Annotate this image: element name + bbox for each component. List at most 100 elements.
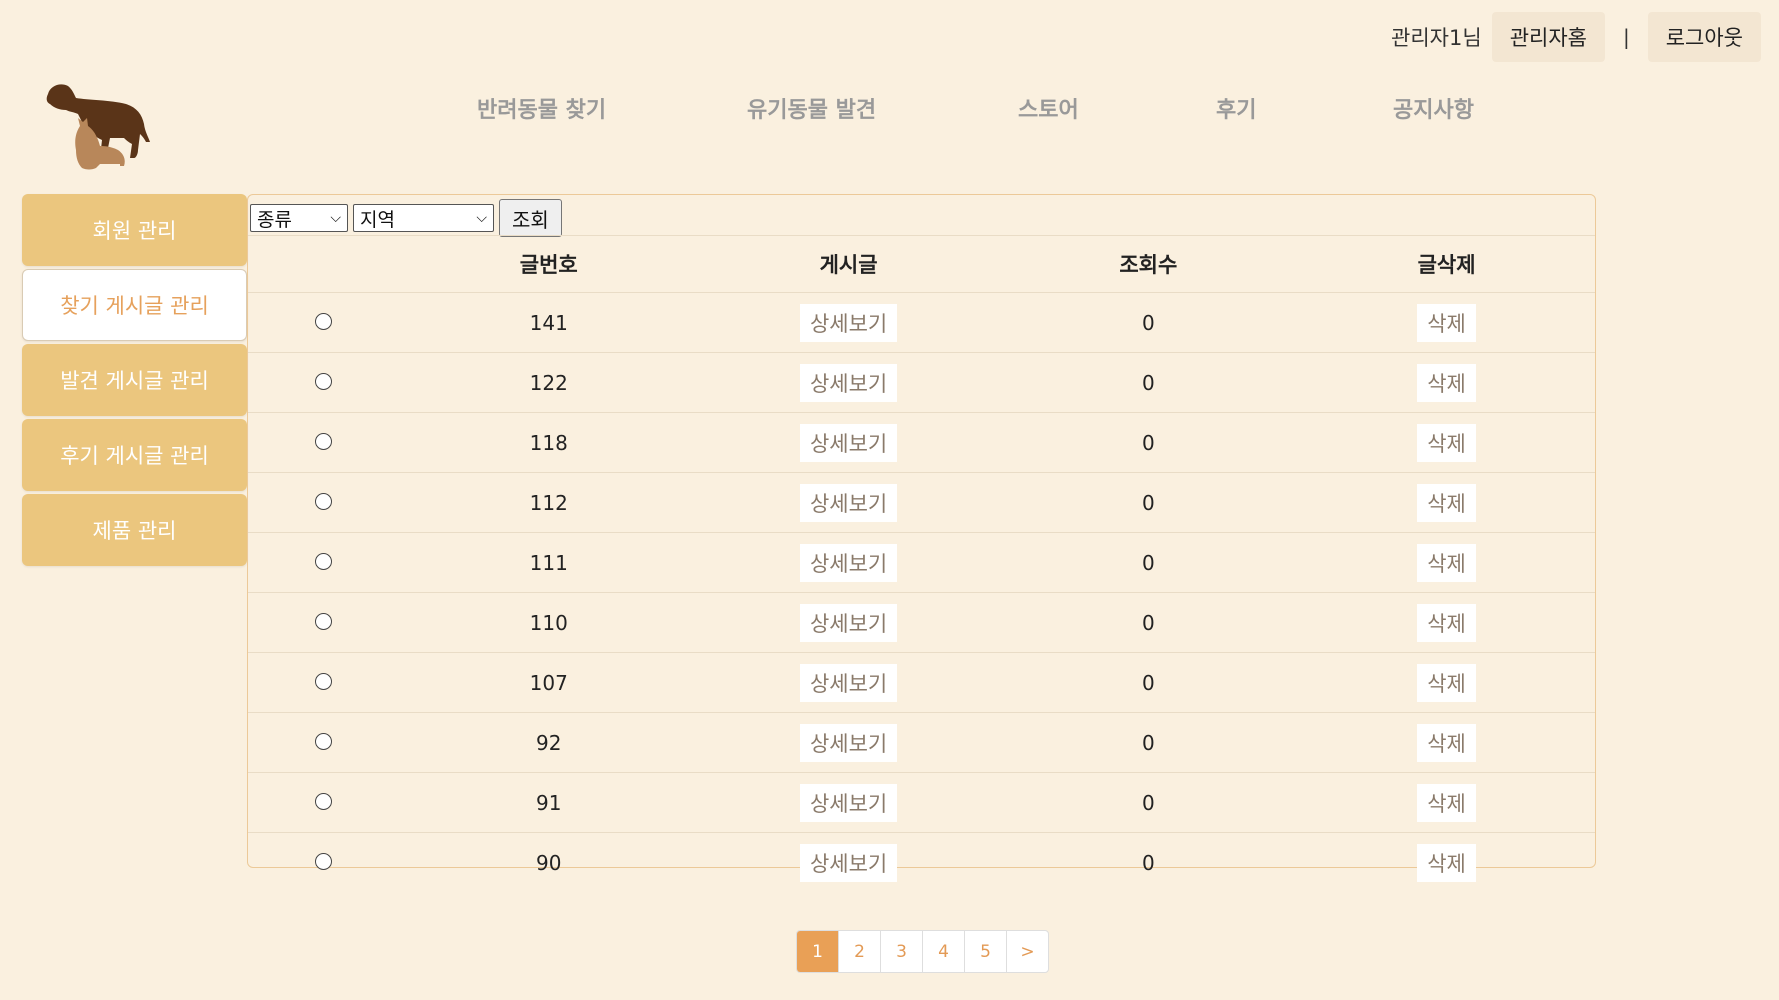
- post-number: 111: [398, 532, 699, 593]
- row-radio[interactable]: [314, 492, 332, 510]
- delete-button[interactable]: 삭제: [1417, 303, 1476, 342]
- row-radio[interactable]: [314, 312, 332, 330]
- table-header-row: 글번호 게시글 조회수 글삭제: [248, 235, 1595, 293]
- delete-cell: 삭제: [1298, 412, 1595, 473]
- row-select-cell: [248, 772, 399, 833]
- detail-button[interactable]: 상세보기: [799, 663, 898, 702]
- delete-button[interactable]: 삭제: [1417, 543, 1476, 582]
- delete-button[interactable]: 삭제: [1417, 723, 1476, 762]
- admin-home-button[interactable]: 관리자홈: [1491, 12, 1605, 62]
- delete-cell: 삭제: [1298, 532, 1595, 593]
- detail-button[interactable]: 상세보기: [799, 423, 898, 462]
- header-delete: 글삭제: [1298, 235, 1595, 293]
- next-page-button[interactable]: >: [1007, 931, 1048, 972]
- row-select-cell: [248, 352, 399, 413]
- delete-cell: 삭제: [1298, 352, 1595, 413]
- row-select-cell: [248, 712, 399, 773]
- view-count: 0: [998, 412, 1299, 473]
- post-number: 122: [398, 352, 699, 413]
- sidebar-item-review-posts[interactable]: 후기 게시글 관리: [22, 419, 247, 491]
- delete-button[interactable]: 삭제: [1417, 363, 1476, 402]
- delete-button[interactable]: 삭제: [1417, 603, 1476, 642]
- delete-button[interactable]: 삭제: [1417, 843, 1476, 882]
- row-radio[interactable]: [314, 552, 332, 570]
- species-select[interactable]: 종류 ⌵: [250, 204, 348, 232]
- nav-store[interactable]: 스토어: [1018, 92, 1079, 124]
- post-management-panel: 종류 ⌵ 지역 ⌵ 조회 글번호 게시글 조회수 글삭제 141 상세보기 0 삭제 1…: [247, 194, 1596, 882]
- pagination: 1 2 3 4 5 >: [796, 930, 1049, 973]
- post-number: 118: [398, 412, 699, 473]
- sidebar-item-find-posts[interactable]: 찾기 게시글 관리: [22, 269, 247, 341]
- row-select-cell: [248, 833, 399, 893]
- header-post: 게시글: [698, 235, 999, 293]
- detail-button[interactable]: 상세보기: [799, 483, 898, 522]
- table-row: 122 상세보기 0 삭제: [248, 352, 1595, 413]
- table-row: 118 상세보기 0 삭제: [248, 412, 1595, 473]
- row-radio[interactable]: [314, 372, 332, 390]
- main-nav: 반려동물 찾기 유기동물 발견 스토어 후기 공지사항: [0, 92, 1779, 132]
- nav-reviews[interactable]: 후기: [1216, 92, 1256, 124]
- delete-button[interactable]: 삭제: [1417, 663, 1476, 702]
- row-radio[interactable]: [314, 852, 332, 870]
- row-radio[interactable]: [314, 612, 332, 630]
- admin-sidebar: 회원 관리 찾기 게시글 관리 발견 게시글 관리 후기 게시글 관리 제품 관…: [22, 194, 247, 569]
- detail-cell: 상세보기: [698, 592, 999, 653]
- header-select: [248, 235, 399, 293]
- delete-cell: 삭제: [1298, 292, 1595, 353]
- table-row: 111 상세보기 0 삭제: [248, 532, 1595, 593]
- delete-cell: 삭제: [1298, 772, 1595, 833]
- post-number: 110: [398, 592, 699, 653]
- detail-button[interactable]: 상세보기: [799, 303, 898, 342]
- page-3[interactable]: 3: [881, 931, 923, 972]
- header-views: 조회수: [998, 235, 1299, 293]
- post-number: 90: [536, 850, 562, 875]
- delete-cell: 삭제: [1298, 472, 1595, 533]
- delete-cell: 삭제: [1298, 833, 1595, 893]
- row-radio[interactable]: [314, 672, 332, 690]
- detail-button[interactable]: 상세보기: [799, 723, 898, 762]
- page-2[interactable]: 2: [839, 931, 881, 972]
- post-number: 107: [398, 652, 699, 713]
- detail-cell: 상세보기: [698, 352, 999, 413]
- detail-cell: 상세보기: [698, 412, 999, 473]
- sidebar-item-found-posts[interactable]: 발견 게시글 관리: [22, 344, 247, 416]
- detail-button[interactable]: 상세보기: [799, 543, 898, 582]
- page-4[interactable]: 4: [923, 931, 965, 972]
- detail-cell: 상세보기: [698, 472, 999, 533]
- delete-button[interactable]: 삭제: [1417, 483, 1476, 522]
- detail-cell: 상세보기: [698, 712, 999, 773]
- table-row: 92 상세보기 0 삭제: [248, 712, 1595, 773]
- sidebar-item-members[interactable]: 회원 관리: [22, 194, 247, 266]
- search-button[interactable]: 조회: [499, 199, 562, 237]
- nav-find-pet[interactable]: 반려동물 찾기: [477, 92, 606, 124]
- row-radio[interactable]: [314, 732, 332, 750]
- region-select-value: 지역: [360, 208, 395, 231]
- detail-button[interactable]: 상세보기: [799, 783, 898, 822]
- nav-notices[interactable]: 공지사항: [1393, 92, 1474, 124]
- detail-button[interactable]: 상세보기: [799, 843, 898, 882]
- sidebar-item-products[interactable]: 제품 관리: [22, 494, 247, 566]
- page-1[interactable]: 1: [797, 931, 839, 972]
- detail-cell: 상세보기: [698, 292, 999, 353]
- row-select-cell: [248, 292, 399, 353]
- delete-button[interactable]: 삭제: [1417, 783, 1476, 822]
- row-radio[interactable]: [314, 432, 332, 450]
- row-select-cell: [248, 592, 399, 653]
- region-select[interactable]: 지역 ⌵: [353, 204, 494, 232]
- separator: |: [1622, 25, 1630, 49]
- post-number: 141: [398, 292, 699, 353]
- delete-cell: 삭제: [1298, 652, 1595, 713]
- view-count: 0: [998, 472, 1299, 533]
- detail-button[interactable]: 상세보기: [799, 603, 898, 642]
- view-count: 0: [998, 292, 1299, 353]
- page-5[interactable]: 5: [965, 931, 1007, 972]
- row-radio[interactable]: [314, 792, 332, 810]
- table-row: 107 상세보기 0 삭제: [248, 652, 1595, 713]
- logout-button[interactable]: 로그아웃: [1647, 12, 1761, 62]
- row-select-cell: [248, 652, 399, 713]
- delete-button[interactable]: 삭제: [1417, 423, 1476, 462]
- detail-button[interactable]: 상세보기: [799, 363, 898, 402]
- view-count: 0: [998, 772, 1299, 833]
- nav-found-stray[interactable]: 유기동물 발견: [747, 92, 876, 124]
- table-row: 112 상세보기 0 삭제: [248, 472, 1595, 533]
